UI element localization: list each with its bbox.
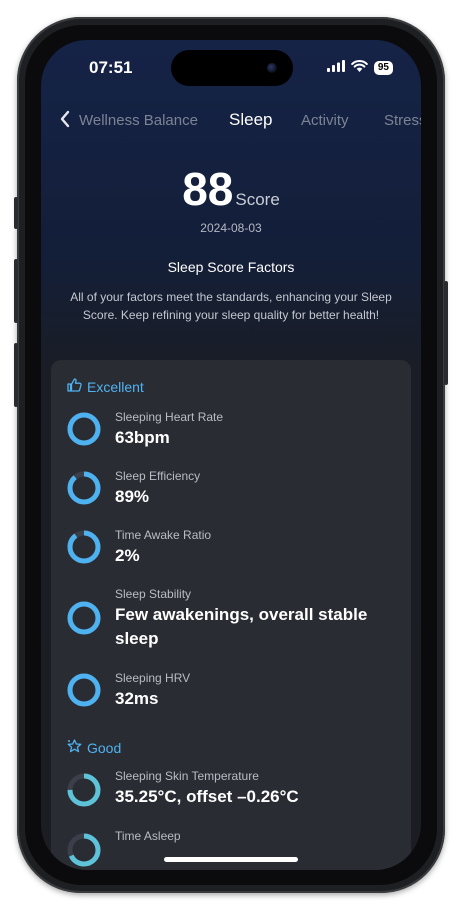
factor-label: Sleep Efficiency (115, 469, 201, 483)
factor-value: Few awakenings, overall stable sleep (115, 605, 368, 648)
screen: 07:51 95 Wellness Balance Sleep Activity… (41, 40, 421, 870)
action-button (14, 197, 18, 229)
camera-icon (267, 63, 277, 73)
signal-icon (326, 59, 345, 77)
factor-label: Time Asleep (115, 829, 181, 843)
factors-summary: All of your factors meet the standards, … (70, 290, 392, 322)
tab-stress[interactable]: Stress (384, 112, 421, 129)
tab-activity[interactable]: Activity (301, 112, 349, 129)
time-awake-ratio-ring (67, 530, 101, 564)
score-display: 88 Score (41, 162, 421, 216)
tab-wellness-balance[interactable]: Wellness Balance (79, 112, 198, 129)
skin-temperature-ring (67, 773, 101, 807)
back-chevron-icon[interactable] (59, 110, 71, 133)
volume-down-button (14, 343, 18, 407)
status-icons: 95 (326, 59, 393, 77)
factor-value: 89% (115, 487, 150, 506)
nav-tabs: Wellness Balance Sleep Activity Stress (41, 108, 421, 138)
factor-value: 35.25°C, offset –0.26°C (115, 787, 299, 806)
sleeping-heart-rate-ring (67, 412, 101, 446)
factor-label: Sleeping Heart Rate (115, 410, 224, 424)
tab-sleep[interactable]: Sleep (229, 110, 272, 130)
excellent-label: Excellent (87, 378, 144, 395)
factor-label: Sleeping Skin Temperature (115, 769, 259, 783)
power-button (444, 281, 448, 385)
factor-value: 63bpm (115, 428, 170, 447)
thumbs-up-icon (67, 378, 82, 395)
sleep-score-value: 88 (182, 163, 234, 215)
factor-label: Sleeping HRV (115, 671, 191, 685)
score-date: 2024-08-03 (200, 221, 262, 235)
excellent-section-header: Excellent (67, 378, 144, 395)
battery-indicator: 95 (373, 61, 393, 75)
dynamic-island (171, 50, 293, 86)
sleep-efficiency-ring (67, 471, 101, 505)
good-section-header: Good (67, 739, 121, 756)
home-indicator[interactable] (164, 857, 298, 862)
factors-card: Excellent Sleeping Heart Rate 63bpm Slee… (51, 360, 411, 870)
sleep-stability-ring (67, 601, 101, 635)
sleeping-hrv-ring (67, 673, 101, 707)
factor-label: Sleep Stability (115, 587, 192, 601)
star-icon (67, 739, 82, 756)
factor-value: 32ms (115, 689, 159, 708)
volume-up-button (14, 259, 18, 323)
factors-title: Sleep Score Factors (167, 259, 295, 275)
time-asleep-ring (67, 833, 101, 867)
wifi-icon (351, 59, 368, 77)
factor-value: 2% (115, 546, 140, 565)
sleep-score-label: Score (235, 190, 280, 209)
factor-label: Time Awake Ratio (115, 528, 212, 542)
status-time: 07:51 (89, 58, 133, 77)
good-label: Good (87, 739, 122, 756)
